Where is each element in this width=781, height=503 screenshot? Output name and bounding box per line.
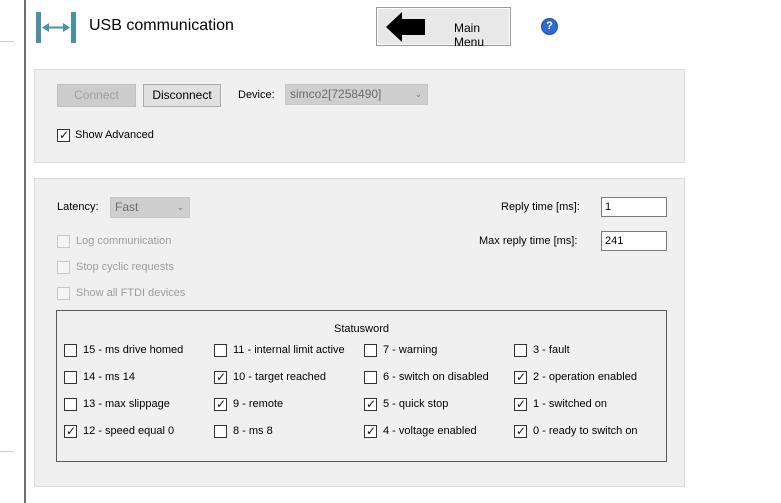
statusword-bit-checkbox[interactable]: ✓	[214, 397, 227, 411]
statusword-bit-checkbox[interactable]: ✓	[364, 397, 377, 411]
statusword-bit-checkbox[interactable]	[364, 344, 377, 357]
check-icon: ✓	[216, 397, 227, 411]
device-value: simco2[7258490]	[290, 87, 382, 101]
statusword-bit-checkbox[interactable]	[64, 371, 77, 384]
statusword-bit-label: 5 - quick stop	[383, 398, 449, 410]
help-icon[interactable]: ?	[541, 18, 558, 35]
statusword-bit-label: 9 - remote	[233, 398, 284, 410]
latency-label: Latency:	[57, 201, 99, 213]
statusword-title: Statusword	[333, 323, 390, 335]
check-icon: ✓	[66, 424, 77, 438]
stop-cyclic-requests-checkbox[interactable]	[57, 261, 70, 274]
statusword-bit-label: 2 - operation enabled	[533, 371, 637, 383]
statusword-bit-label: 15 - ms drive homed	[83, 344, 184, 356]
check-icon: ✓	[516, 397, 527, 411]
log-communication-label: Log communication	[76, 235, 172, 247]
stop-cyclic-requests-label: Stop cyclic requests	[76, 261, 174, 273]
chevron-down-icon: ⌄	[414, 89, 422, 99]
left-strip-line	[0, 451, 14, 452]
check-icon: ✓	[216, 370, 227, 384]
statusword-bit-label: 7 - warning	[383, 344, 438, 356]
connection-panel: Connect Disconnect Device: simco2[725849…	[34, 69, 685, 163]
statusword-bit-label: 6 - switch on disabled	[383, 371, 489, 383]
device-select[interactable]: simco2[7258490] ⌄	[285, 84, 428, 105]
reply-time-input[interactable]: 1	[601, 197, 667, 217]
usb-transfer-icon	[36, 12, 76, 43]
statusword-bit-checkbox[interactable]	[214, 344, 227, 357]
statusword-bit-label: 3 - fault	[533, 344, 570, 356]
statusword-bit-checkbox[interactable]: ✓	[514, 370, 527, 384]
statusword-bit-checkbox[interactable]	[514, 344, 527, 357]
disconnect-button[interactable]: Disconnect	[143, 84, 221, 107]
statusword-bit-label: 12 - speed equal 0	[83, 425, 175, 437]
splitter[interactable]	[24, 0, 26, 503]
statusword-bit-checkbox[interactable]	[64, 344, 77, 357]
check-icon: ✓	[516, 370, 527, 384]
connect-button[interactable]: Connect	[57, 84, 136, 107]
max-reply-time-label: Max reply time [ms]:	[479, 235, 578, 247]
statusword-bit-label: 10 - target reached	[233, 371, 326, 383]
left-strip	[0, 0, 24, 503]
statusword-bit-checkbox[interactable]: ✓	[514, 397, 527, 411]
statusword-bit-checkbox[interactable]	[214, 425, 227, 438]
latency-value: Fast	[115, 200, 139, 214]
statusword-bit-label: 4 - voltage enabled	[383, 425, 477, 437]
show-all-ftdi-checkbox[interactable]	[57, 287, 70, 300]
statusword-bit-label: 1 - switched on	[533, 398, 607, 410]
check-icon: ✓	[366, 397, 377, 411]
device-label: Device:	[238, 89, 275, 101]
statusword-bit-label: 13 - max slippage	[83, 398, 170, 410]
back-arrow-icon	[386, 12, 425, 42]
statusword-group: Statusword 15 - ms drive homed 11 - inter…	[56, 310, 667, 462]
statusword-bit-checkbox[interactable]: ✓	[514, 424, 527, 438]
statusword-bit-label: 11 - internal limit active	[233, 344, 345, 356]
check-icon: ✓	[59, 128, 70, 142]
show-advanced-label: Show Advanced	[75, 129, 154, 141]
page-title: USB communication	[89, 17, 234, 34]
main-menu-button[interactable]: Main Menu	[376, 7, 511, 49]
check-icon: ✓	[516, 424, 527, 438]
statusword-bit-label: 14 - ms 14	[83, 371, 135, 383]
show-all-ftdi-label: Show all FTDI devices	[76, 287, 186, 299]
statusword-bit-label: 0 - ready to switch on	[533, 425, 638, 437]
log-communication-checkbox[interactable]	[57, 235, 70, 248]
statusword-bit-checkbox[interactable]	[364, 371, 377, 384]
statusword-bit-label: 8 - ms 8	[233, 425, 273, 437]
reply-time-label: Reply time [ms]:	[501, 201, 580, 213]
latency-select[interactable]: Fast ⌄	[110, 197, 190, 218]
statusword-bit-checkbox[interactable]	[64, 398, 77, 411]
main-menu-label: Main Menu	[454, 21, 485, 49]
statusword-bit-checkbox[interactable]: ✓	[64, 424, 77, 438]
show-advanced-checkbox[interactable]: ✓	[57, 128, 70, 142]
max-reply-time-input[interactable]: 241	[601, 231, 667, 251]
left-strip-line	[0, 41, 14, 42]
statusword-bit-checkbox[interactable]: ✓	[364, 424, 377, 438]
check-icon: ✓	[366, 424, 377, 438]
chevron-down-icon: ⌄	[176, 202, 184, 212]
statusword-bit-checkbox[interactable]: ✓	[214, 370, 227, 384]
